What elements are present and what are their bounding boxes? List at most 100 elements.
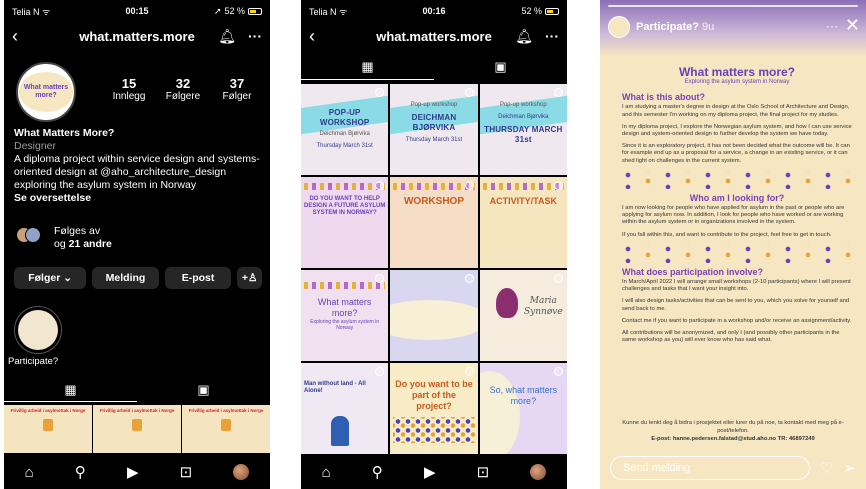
shop-icon[interactable]: ⊡ [477,463,490,481]
post-thumbnail[interactable] [390,270,478,361]
select-circle[interactable] [464,367,474,376]
bell-icon[interactable]: 🔔︎ [515,28,533,45]
shop-icon[interactable]: ⊡ [180,463,193,481]
clock: 00:15 [125,6,149,16]
post-thumbnail[interactable]: What matters more? Exploring the asylum s… [301,270,389,361]
home-icon[interactable]: ⌂ [322,464,331,481]
profile-stats: 15 Innlegg 32 Følgere 37 Følger [104,76,262,102]
profile-header: ‹ what.matters.more 🔔︎ ··· [301,22,567,50]
story-content: What matters more? Exploring the asylum … [622,65,852,344]
following-button[interactable]: Følger ⌄ [14,267,87,289]
profile-nav-avatar[interactable] [530,464,547,480]
more-options-icon[interactable]: ··· [826,19,838,33]
search-icon[interactable]: ⚲ [75,463,86,481]
section-heading: What is this about? [622,92,705,103]
signature-image: Maria Synnøve [523,296,563,317]
tagged-icon[interactable]: ▣ [137,378,270,402]
bell-icon[interactable]: 🔔︎ [218,28,236,45]
flag-decoration [393,183,475,190]
clock: 00:16 [422,6,446,16]
story-screen: Participate? 9u ··· ✕ What matters more? … [600,0,866,489]
post-thumbnail[interactable]: Maria Synnøve [479,270,567,361]
story-reply-bar: Send melding ♡ ➢ [610,455,856,481]
posts-count[interactable]: 15 Innlegg [104,76,154,102]
story-title: What matters more? [678,65,796,79]
figure-illustration [43,419,53,431]
status-bar: Telia N ᯤ 00:16 52 % [309,4,559,18]
post-thumbnail[interactable]: Frivillig arbeid i asylmottak i Norge [4,405,92,453]
story-contact: Kunne du tenkt deg å bidra i prosjektet … [622,420,844,442]
figure-illustration [331,416,349,446]
flag-decoration [304,282,386,289]
bottom-nav: ⌂ ⚲ ▶︎ ⊡ [301,455,567,489]
select-circle[interactable] [464,88,474,97]
add-person-button[interactable]: +♙ [237,267,262,289]
profile-nav-avatar[interactable] [233,464,250,480]
post-thumbnail[interactable]: POP-UP WORKSHOP Deichman Bjørvika Thursday… [301,84,389,175]
more-options-icon[interactable]: ··· [545,28,559,44]
select-circle[interactable] [554,274,563,283]
story-account[interactable]: Participate? 9u [636,21,714,33]
heart-icon[interactable]: ♡ [820,459,833,477]
profile-avatar[interactable]: What matters more? [16,62,76,122]
figures-illustration [622,170,852,189]
post-thumbnail[interactable]: DO YOU WANT TO HELP DESIGN A FUTURE ASYL… [301,177,389,268]
post-thumbnail[interactable]: Frivillig arbeid i asylmottak i Norge [93,405,181,453]
battery-icon [545,7,559,15]
post-thumbnail[interactable]: Do you want to be part of the project? [390,363,478,454]
blob-decoration [479,371,520,454]
post-thumbnail[interactable]: Frivillig arbeid i asylmottak i Norge [182,405,270,453]
select-circle[interactable] [554,88,563,97]
flag-decoration [304,183,386,190]
bio-text: A diploma project within service design … [14,153,260,191]
translate-link[interactable]: Se oversettelse [14,192,260,205]
select-circle[interactable] [554,367,563,376]
story-avatar[interactable] [608,16,630,38]
wave-decoration [390,300,478,340]
post-thumbnail[interactable]: Pop-up workshop DEICHMAN BJØRVIKA Thursday… [390,84,478,175]
reels-icon[interactable]: ▶︎ [127,463,139,481]
post-grid: Frivillig arbeid i asylmottak i Norge Fr… [4,405,270,453]
profile-tabs: ▦ ▣ [301,54,567,80]
followers-count[interactable]: 32 Følgere [158,76,208,102]
story-highlight[interactable] [14,306,62,354]
home-icon[interactable]: ⌂ [25,464,34,481]
story-subtitle: Exploring the asylum system in Norway [684,79,790,85]
grid-icon[interactable]: ▦ [301,54,434,80]
close-icon[interactable]: ✕ [845,15,860,36]
select-circle[interactable] [464,181,474,190]
post-thumbnail[interactable]: WORKSHOP [390,177,478,268]
post-thumbnail[interactable]: So, what matters more? [479,363,567,454]
portrait-illustration [495,288,518,318]
story-header: Participate? 9u ··· ✕ [600,0,866,56]
email-button[interactable]: E-post [164,267,232,289]
select-circle[interactable] [554,181,563,190]
grid-icon[interactable]: ▦ [4,378,137,402]
profile-header: ‹ what.matters.more 🔔︎ ··· [4,22,270,50]
reply-input[interactable]: Send melding [610,456,810,480]
profile-screen: Telia N ᯤ 00:15 ➚ 52 % ‹ what.matters.mor… [4,0,270,489]
follower-avatars [16,227,46,243]
followed-by[interactable]: Følges av og 21 andre [54,225,112,251]
avatar-logo: What matters more? [19,72,73,112]
post-thumbnail[interactable]: Man without land - All Alone! [301,363,389,454]
figure-illustration [221,419,231,431]
post-thumbnail[interactable]: ACTIVITY/TASK [479,177,567,268]
display-name: What Matters More? [14,127,115,139]
post-grid: POP-UP WORKSHOP Deichman Bjørvika Thursday… [301,84,567,454]
profile-tabs: ▦ ▣ [4,378,270,402]
reels-icon[interactable]: ▶︎ [424,463,436,481]
status-bar: Telia N ᯤ 00:15 ➚ 52 % [12,4,262,18]
battery-icon [248,7,262,15]
send-icon[interactable]: ➢ [843,459,856,477]
more-options-icon[interactable]: ··· [248,28,262,44]
tagged-icon[interactable]: ▣ [434,54,567,80]
select-circle[interactable] [464,274,474,283]
post-thumbnail[interactable]: Pop-up workshop Deichman Bjørvika THURSDAY… [479,84,567,175]
search-icon[interactable]: ⚲ [372,463,383,481]
section-heading: What does participation involve? [622,266,764,277]
message-button[interactable]: Melding [92,267,159,289]
select-circle[interactable] [375,367,385,376]
figures-illustration [393,417,475,444]
following-count[interactable]: 37 Følger [212,76,262,102]
